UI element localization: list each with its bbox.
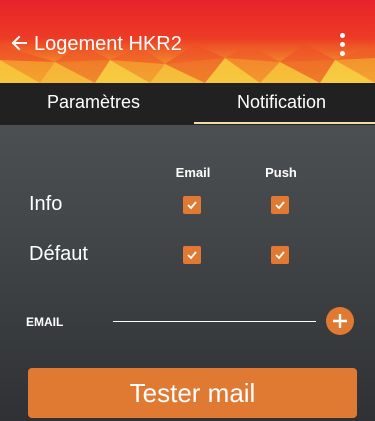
row-label-defaut: Défaut xyxy=(29,243,88,265)
email-input[interactable] xyxy=(113,321,316,322)
app-screen: Logement HKR2 Paramètres Notification Em… xyxy=(0,0,375,421)
tab-indicator xyxy=(194,122,375,124)
checkbox-defaut-email[interactable] xyxy=(183,246,201,264)
checkbox-info-push[interactable] xyxy=(271,196,289,214)
app-header: Logement HKR2 xyxy=(0,0,375,83)
column-header-email: Email xyxy=(175,165,211,180)
checkbox-info-email[interactable] xyxy=(183,196,201,214)
row-label-info: Info xyxy=(29,193,63,215)
tab-notification[interactable]: Notification xyxy=(188,83,375,125)
tab-bar: Paramètres Notification xyxy=(0,83,375,125)
tab-parametres[interactable]: Paramètres xyxy=(0,83,187,125)
test-mail-button[interactable]: Tester mail xyxy=(28,368,357,418)
check-icon xyxy=(187,251,197,260)
column-header-push: Push xyxy=(265,165,297,180)
email-label: EMAIL xyxy=(26,315,64,329)
page-title: Logement HKR2 xyxy=(34,33,182,55)
check-icon xyxy=(275,251,285,260)
plus-icon xyxy=(333,314,347,328)
plus-circle-icon[interactable] xyxy=(326,307,354,335)
checkbox-defaut-push[interactable] xyxy=(271,246,289,264)
check-icon xyxy=(275,201,285,210)
arrow-left-icon[interactable] xyxy=(10,34,28,52)
check-icon xyxy=(187,201,197,210)
more-vertical-icon[interactable] xyxy=(335,33,349,59)
